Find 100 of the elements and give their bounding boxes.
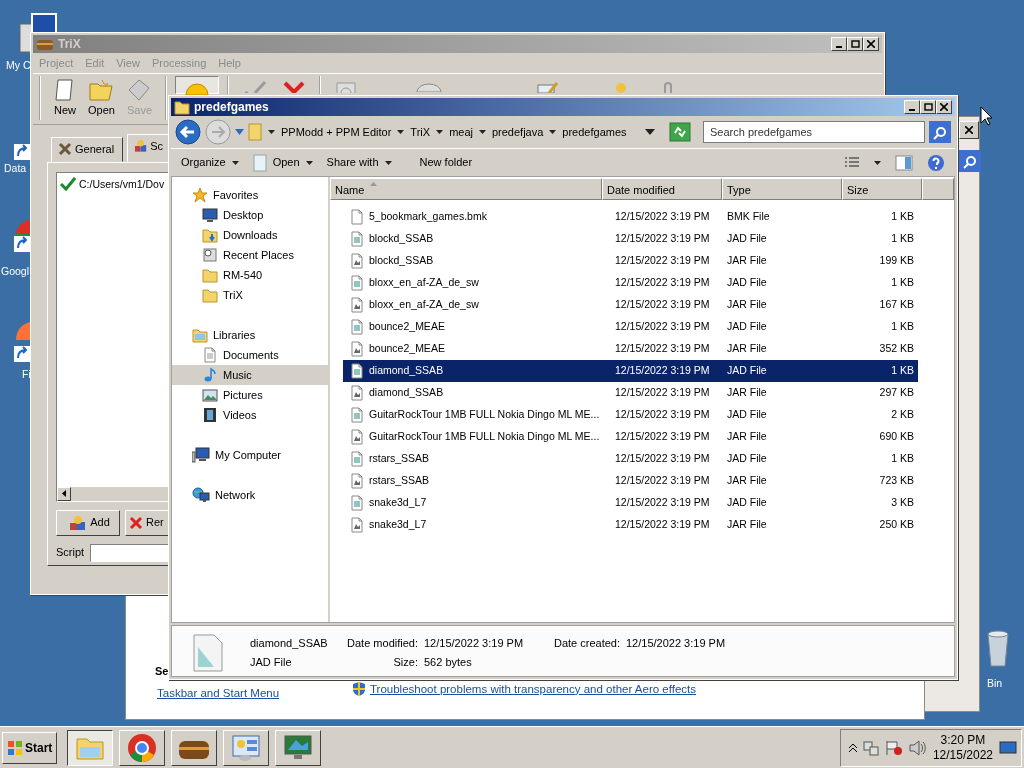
toolbar-button[interactable]: Organize bbox=[181, 154, 239, 171]
monitor-icon bbox=[282, 733, 315, 762]
nav-item[interactable]: Network bbox=[172, 485, 328, 505]
nav-item[interactable]: TriX bbox=[172, 285, 328, 305]
nav-item[interactable]: RM-540 bbox=[172, 265, 328, 285]
chrome-icon bbox=[127, 732, 158, 763]
file-row[interactable]: blockd_SSAB 12/15/2022 3:19 PM JAR File 199 KB bbox=[343, 250, 918, 272]
help-button[interactable] bbox=[927, 153, 945, 172]
caret-icon bbox=[874, 160, 881, 165]
icon-label[interactable]: Googl bbox=[1, 264, 30, 280]
computer-icon bbox=[192, 447, 210, 463]
dropdown-button[interactable] bbox=[874, 160, 881, 165]
horizontal-scrollbar[interactable] bbox=[57, 486, 168, 501]
file-row[interactable]: blockd_SSAB 12/15/2022 3:19 PM JAD File 1 KB bbox=[343, 228, 918, 250]
desktop-icon[interactable] bbox=[999, 740, 1017, 755]
breadcrumb-item[interactable]: meaj bbox=[449, 123, 473, 141]
maximize-button[interactable] bbox=[847, 37, 863, 51]
file-row[interactable]: bounce2_MEAE 12/15/2022 3:19 PM JAD File 1 KB bbox=[343, 316, 918, 338]
file-row[interactable]: bloxx_en_af-ZA_de_sw 12/15/2022 3:19 PM JAD File 1 KB bbox=[343, 272, 918, 294]
column-header[interactable]: Name bbox=[330, 178, 602, 200]
nav-item[interactable]: Desktop bbox=[172, 205, 328, 225]
maximize-button[interactable] bbox=[920, 100, 936, 114]
nav-item[interactable]: Libraries bbox=[172, 325, 328, 345]
close-button[interactable] bbox=[863, 37, 879, 51]
file-row[interactable]: GuitarRockTour 1MB FULL Nokia Dingo ML ME... 12/15/2022 3:19 PM JAD File 2 KB bbox=[343, 404, 918, 426]
caret-icon bbox=[268, 130, 275, 134]
close-icon bbox=[940, 103, 948, 111]
search-field[interactable]: Search predefgames bbox=[703, 121, 925, 143]
nav-item[interactable]: Pictures bbox=[172, 385, 328, 405]
flag-icon[interactable] bbox=[884, 739, 903, 756]
file-row[interactable]: diamond_SSAB 12/15/2022 3:19 PM JAR File 297 KB bbox=[343, 382, 918, 404]
file-name: diamond_SSAB bbox=[250, 636, 329, 652]
check-icon[interactable] bbox=[243, 81, 269, 94]
add-button[interactable]: Add bbox=[56, 509, 120, 536]
icon-label[interactable]: Fi bbox=[22, 367, 31, 383]
breadcrumb-item[interactable]: TriX bbox=[410, 123, 431, 141]
folder-icon bbox=[192, 327, 208, 343]
file-row[interactable]: rstars_SSAB 12/15/2022 3:19 PM JAR File 723 KB bbox=[343, 470, 918, 492]
arrow-right-icon bbox=[205, 119, 231, 145]
network-icon[interactable] bbox=[862, 739, 879, 756]
minimize-button[interactable] bbox=[831, 37, 847, 51]
file-row[interactable]: snake3d_L7 12/15/2022 3:19 PM JAR File 250 KB bbox=[343, 514, 918, 536]
icon-label[interactable]: Data bbox=[4, 161, 27, 177]
start-button[interactable]: Start bbox=[2, 731, 58, 764]
view-button[interactable] bbox=[844, 156, 860, 169]
column-header[interactable]: Date modified bbox=[602, 178, 722, 200]
clock-date: 12/15/2022 bbox=[932, 747, 993, 763]
document-icon bbox=[349, 517, 365, 533]
chevron-icon[interactable] bbox=[848, 742, 857, 753]
back-button[interactable] bbox=[175, 119, 201, 145]
new-button[interactable]: New bbox=[49, 76, 81, 121]
refresh-button[interactable] bbox=[669, 122, 691, 142]
icon-label[interactable]: My C bbox=[6, 58, 31, 74]
tab[interactable]: General bbox=[51, 137, 123, 162]
nav-item[interactable]: Videos bbox=[172, 405, 328, 425]
breadcrumb-item[interactable]: predefgames bbox=[562, 123, 627, 141]
nav-item[interactable]: Music bbox=[172, 365, 328, 385]
preview-pane-button[interactable] bbox=[895, 154, 913, 171]
script-field[interactable] bbox=[90, 543, 169, 562]
nav-item[interactable]: My Computer bbox=[172, 445, 328, 465]
x-icon[interactable] bbox=[283, 81, 305, 94]
remove-button[interactable]: Rer bbox=[125, 509, 169, 536]
search-button[interactable] bbox=[929, 121, 951, 143]
close-button[interactable] bbox=[936, 100, 952, 114]
document-icon bbox=[349, 385, 365, 401]
file-row[interactable]: snake3d_L7 12/15/2022 3:19 PM JAD File 3 KB bbox=[343, 492, 918, 514]
caret-icon[interactable] bbox=[645, 129, 655, 135]
nav-item[interactable]: Recent Places bbox=[172, 245, 328, 265]
file-row[interactable]: 5_bookmark_games.bmk 12/15/2022 3:19 PM BMK File 1 KB bbox=[343, 206, 918, 228]
music-note-icon bbox=[202, 367, 218, 383]
file-row[interactable]: bounce2_MEAE 12/15/2022 3:19 PM JAR File 352 KB bbox=[343, 338, 918, 360]
nav-item[interactable]: Favorites bbox=[172, 185, 328, 205]
file-row[interactable]: rstars_SSAB 12/15/2022 3:19 PM JAD File 1 KB bbox=[343, 448, 918, 470]
open-button[interactable]: Open bbox=[83, 76, 120, 121]
toolbar-button[interactable]: Open bbox=[252, 153, 313, 172]
breadcrumb-item[interactable]: PPModd + PPM Editor bbox=[281, 123, 392, 141]
folder-icon bbox=[248, 123, 262, 141]
file-row[interactable]: GuitarRockTour 1MB FULL Nokia Dingo ML ME... 12/15/2022 3:19 PM JAR File 690 KB bbox=[343, 426, 918, 448]
troubleshoot-link[interactable]: Troubleshoot problems with transparency and other Aero effects bbox=[370, 680, 696, 698]
settings-link[interactable]: Taskbar and Start Menu bbox=[157, 686, 280, 699]
breadcrumb-item[interactable]: predefjava bbox=[491, 123, 544, 141]
list-item[interactable]: C:/Users/vm1/Dov bbox=[79, 176, 165, 193]
search-button[interactable] bbox=[959, 150, 981, 172]
column-header[interactable]: Type bbox=[722, 178, 842, 200]
minimize-button[interactable] bbox=[904, 100, 920, 114]
icon-label[interactable]: Bin bbox=[987, 676, 1003, 692]
app-button[interactable] bbox=[67, 729, 114, 766]
close-button[interactable] bbox=[959, 121, 979, 139]
file-row[interactable]: diamond_SSAB 12/15/2022 3:19 PM JAD File 1 KB bbox=[343, 360, 918, 382]
pane-icon bbox=[895, 154, 913, 171]
toolbar-button[interactable]: Share with bbox=[326, 154, 392, 171]
speaker-icon[interactable] bbox=[908, 739, 927, 756]
toolbar-button[interactable]: New folder bbox=[419, 154, 473, 171]
nav-item[interactable]: Documents bbox=[172, 345, 328, 365]
tab[interactable]: Sc bbox=[127, 134, 169, 162]
nav-item[interactable]: Downloads bbox=[172, 225, 328, 245]
arrow-left-icon bbox=[175, 119, 201, 145]
file-row[interactable]: bloxx_en_af-ZA_de_sw 12/15/2022 3:19 PM JAR File 167 KB bbox=[343, 294, 918, 316]
column-header[interactable]: Size bbox=[842, 178, 922, 200]
maximize-icon bbox=[923, 103, 933, 111]
